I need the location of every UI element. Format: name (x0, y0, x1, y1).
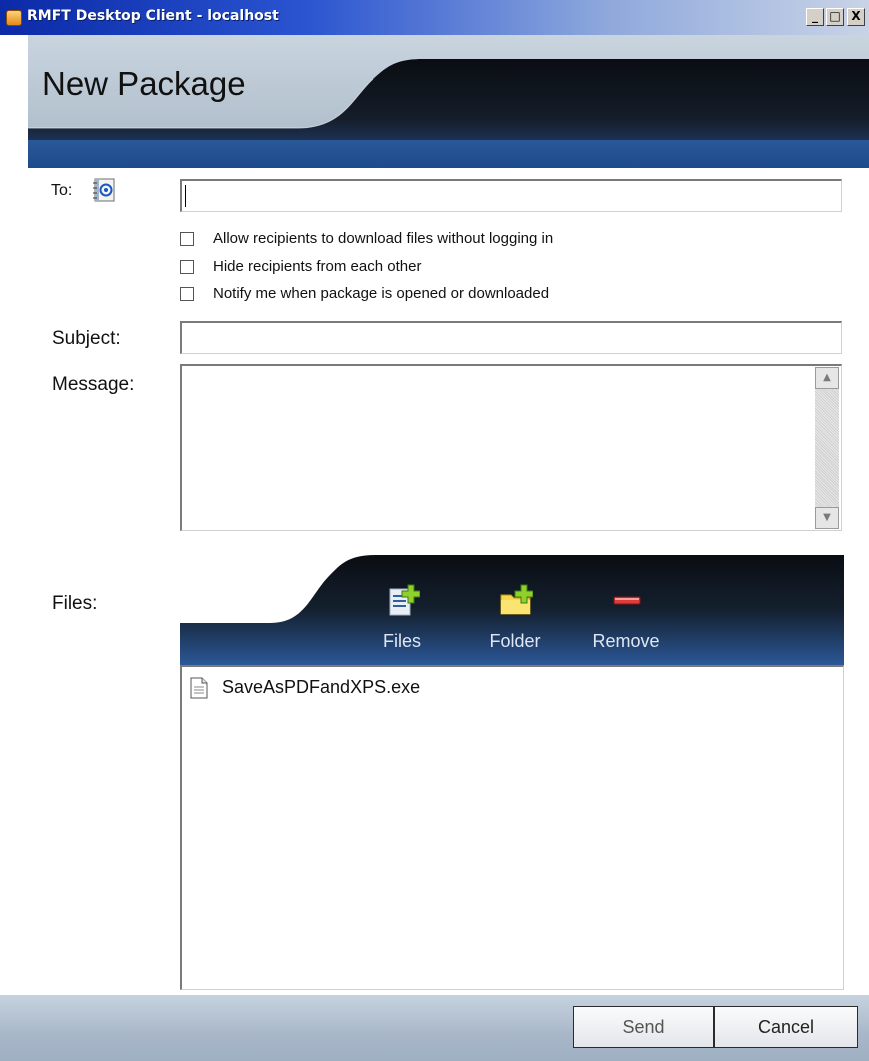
files-label: Files: (52, 593, 98, 614)
to-label: To: (51, 182, 73, 199)
cancel-button[interactable]: Cancel (714, 1006, 858, 1048)
title-bar[interactable]: RMFT Desktop Client - localhost _ □ X (0, 0, 869, 35)
checkbox[interactable] (180, 260, 194, 274)
scroll-up-icon[interactable]: ▲ (815, 367, 839, 389)
add-folder-label: Folder (489, 631, 541, 651)
add-folder-icon (500, 584, 533, 615)
page-title: New Package (42, 65, 246, 102)
header-banner: New Package (28, 35, 869, 168)
remove-button[interactable]: Remove (581, 583, 671, 655)
option-label: Hide recipients from each other (213, 258, 422, 275)
add-files-button[interactable]: Files (357, 583, 447, 655)
subject-field[interactable] (180, 321, 842, 354)
to-input[interactable] (182, 181, 841, 211)
send-button[interactable]: Send (573, 1006, 714, 1048)
remove-label: Remove (592, 631, 660, 651)
checkbox[interactable] (180, 232, 194, 246)
message-label: Message: (52, 374, 135, 395)
option-label: Notify me when package is opened or down… (213, 285, 550, 302)
file-name: SaveAsPDFandXPS.exe (222, 677, 421, 697)
file-list[interactable]: SaveAsPDFandXPS.exe (180, 665, 844, 990)
subject-input[interactable] (182, 323, 841, 353)
files-toolbar: Files Folder Remove (180, 553, 844, 665)
app-window: RMFT Desktop Client - localhost _ □ X Ne… (0, 0, 869, 1061)
scroll-down-icon[interactable]: ▼ (815, 507, 839, 529)
add-files-label: Files (382, 631, 421, 651)
add-folder-button[interactable]: Folder (470, 583, 560, 655)
close-button[interactable]: X (847, 8, 865, 26)
message-field[interactable] (180, 364, 842, 531)
option-label: Allow recipients to download files witho… (213, 230, 554, 247)
checkbox[interactable] (180, 287, 194, 301)
address-book-icon[interactable] (92, 178, 116, 202)
document-icon (190, 677, 208, 699)
to-field[interactable] (180, 179, 842, 212)
window-title: RMFT Desktop Client - localhost (27, 8, 279, 24)
text-caret (185, 185, 186, 207)
message-scrollbar[interactable]: ▲ ▼ (815, 367, 839, 529)
maximize-button[interactable]: □ (826, 8, 844, 26)
add-file-icon (389, 584, 420, 616)
app-icon (6, 10, 22, 26)
minimize-button[interactable]: _ (806, 8, 824, 26)
message-input[interactable] (180, 364, 842, 531)
subject-label: Subject: (52, 328, 121, 349)
remove-icon (613, 596, 641, 605)
